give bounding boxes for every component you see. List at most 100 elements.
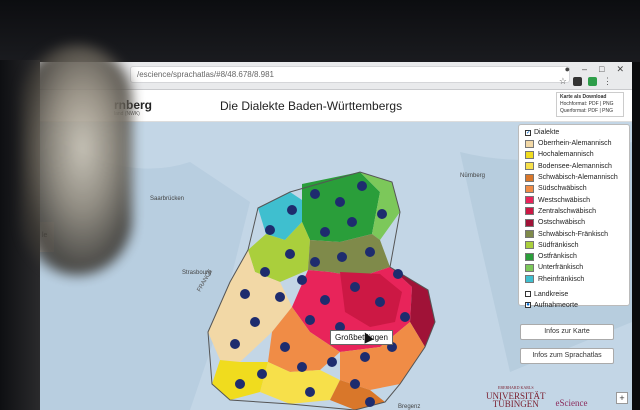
download-title: Karte als Download — [560, 94, 607, 100]
legend-panel: ✓ Dialekte Oberrhein-Alemannisch Hochale… — [518, 124, 630, 309]
zoom-in-button[interactable]: + — [616, 392, 628, 404]
dialekte-checkbox[interactable]: ✓ — [525, 129, 531, 136]
legend-swatch — [525, 184, 534, 193]
legend-swatch — [525, 230, 534, 239]
legend-swatch — [525, 150, 534, 159]
recording-marker — [275, 292, 285, 302]
recording-marker — [265, 225, 275, 235]
recording-marker — [285, 249, 295, 259]
recording-marker — [365, 247, 375, 257]
university-logo: EBERHARD KARLS UNIVERSITÄT TÜBINGEN — [486, 384, 546, 409]
legend-item: Westschwäbisch — [525, 194, 623, 205]
legend-item: Südfränkisch — [525, 240, 623, 251]
recording-marker — [393, 269, 403, 279]
uni-line2: TÜBINGEN — [492, 399, 539, 409]
legend-header[interactable]: ✓ Dialekte — [525, 129, 623, 136]
recording-marker — [350, 282, 360, 292]
legend-item: Unterfränkisch — [525, 262, 623, 273]
legend-item: Hochalemannisch — [525, 149, 623, 160]
legend-item-label: Bodensee-Alemannisch — [538, 162, 612, 170]
legend-item: Ostschwäbisch — [525, 217, 623, 228]
landkreise-label: Landkreise — [534, 290, 569, 298]
infos-karte-button[interactable]: Infos zur Karte — [520, 324, 614, 340]
aufnahmeorte-toggle[interactable]: ● Aufnahmeorte — [525, 300, 623, 311]
recording-marker — [335, 197, 345, 207]
legend-item-label: Zentralschwäbisch — [538, 207, 596, 215]
legend-swatch — [525, 162, 534, 171]
landkreise-checkbox[interactable] — [525, 291, 531, 298]
legend-header-label: Dialekte — [534, 129, 560, 136]
window-controls: ● – □ ✕ — [565, 64, 624, 75]
recording-marker — [240, 289, 250, 299]
recording-marker — [320, 227, 330, 237]
legend-item: Südschwäbisch — [525, 183, 623, 194]
recording-marker — [280, 342, 290, 352]
escience-logo: eScience — [555, 398, 588, 408]
legend-item-label: Unterfränkisch — [538, 264, 584, 272]
recording-marker — [320, 295, 330, 305]
minimize-button[interactable]: – — [582, 64, 587, 75]
legend-item: Schwäbisch-Alemannisch — [525, 172, 623, 183]
recording-marker — [297, 275, 307, 285]
legend-item: Rheinfränkisch — [525, 274, 623, 285]
legend-swatch — [525, 139, 534, 148]
recording-marker — [377, 209, 387, 219]
legend-item-label: Hochalemannisch — [538, 151, 594, 159]
star-icon[interactable]: ☆ — [559, 76, 567, 87]
recording-marker — [260, 267, 270, 277]
legend-swatch — [525, 196, 534, 205]
recording-marker — [287, 205, 297, 215]
footer-logos: EBERHARD KARLS UNIVERSITÄT TÜBINGEN eSci… — [486, 384, 588, 409]
page-title: Die Dialekte Baden-Württembergs — [220, 99, 403, 113]
recording-marker — [400, 312, 410, 322]
recording-marker — [365, 397, 375, 407]
extension-icon[interactable] — [588, 77, 597, 86]
recording-marker — [257, 369, 267, 379]
address-bar[interactable]: /escience/sprachatlas/#8/48.678/8.981 — [130, 66, 570, 83]
download-landscape[interactable]: Querformat: PDF | PNG — [560, 108, 620, 115]
user-icon[interactable]: ● — [565, 64, 570, 75]
legend-item-label: Südfränkisch — [538, 241, 579, 249]
recording-marker — [305, 387, 315, 397]
extensions: ☆ ⋮ — [559, 76, 612, 87]
landkreise-toggle[interactable]: Landkreise — [525, 289, 623, 300]
legend-item-label: Oberrhein-Alemannisch — [538, 140, 612, 148]
close-button[interactable]: ✕ — [616, 64, 624, 75]
recording-marker — [357, 181, 367, 191]
legend-item: Ostfränkisch — [525, 251, 623, 262]
recording-marker — [310, 257, 320, 267]
legend-swatch — [525, 252, 534, 261]
legend-swatch — [525, 218, 534, 227]
map-label-bregenz: Bregenz — [398, 404, 420, 410]
legend-item: Zentralschwäbisch — [525, 206, 623, 217]
legend-item-label: Südschwäbisch — [538, 185, 587, 193]
recording-marker — [250, 317, 260, 327]
legend-item: Oberrhein-Alemannisch — [525, 138, 623, 149]
maximize-button[interactable]: □ — [599, 64, 604, 75]
recording-marker — [360, 352, 370, 362]
recording-marker — [327, 357, 337, 367]
legend-swatch — [525, 275, 534, 284]
download-box: Karte als Download Hochformat: PDF | PNG… — [556, 92, 624, 117]
legend-item-label: Schwäbisch-Fränkisch — [538, 230, 609, 238]
legend-swatch — [525, 173, 534, 182]
aufnahmeorte-checkbox[interactable]: ● — [525, 302, 531, 309]
foreground-blur-object — [22, 45, 132, 275]
legend-swatch — [525, 263, 534, 272]
legend-item-label: Ostschwäbisch — [538, 219, 586, 227]
legend-item: Schwäbisch-Fränkisch — [525, 228, 623, 239]
recording-marker — [297, 362, 307, 372]
recording-marker — [347, 217, 357, 227]
recording-marker — [310, 189, 320, 199]
legend-item-label: Ostfränkisch — [538, 253, 577, 261]
recording-marker — [230, 339, 240, 349]
map-label-saarbruecken: Saarbrücken — [150, 196, 184, 202]
infos-sprachatlas-button[interactable]: Infos zum Sprachatlas — [520, 348, 614, 364]
legend-item-label: Rheinfränkisch — [538, 275, 585, 283]
recording-marker — [337, 252, 347, 262]
menu-icon[interactable]: ⋮ — [603, 76, 612, 87]
aufnahmeorte-label: Aufnahmeorte — [534, 301, 578, 309]
download-portrait[interactable]: Hochformat: PDF | PNG — [560, 101, 620, 108]
legend-swatch — [525, 207, 534, 216]
extension-icon[interactable] — [573, 77, 582, 86]
